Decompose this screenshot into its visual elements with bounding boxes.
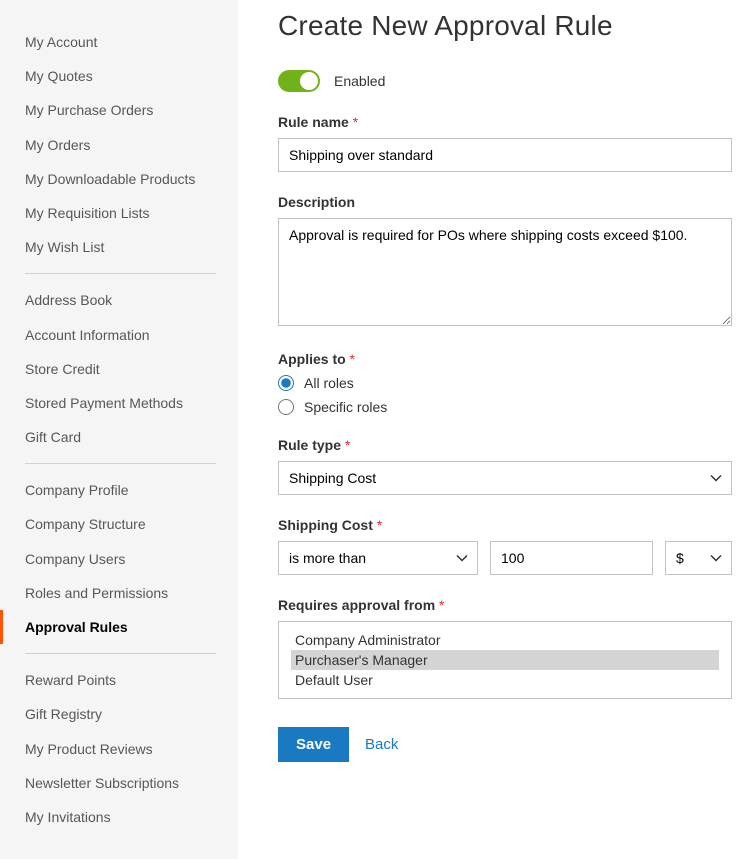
requires-approval-field: Requires approval from Company Administr… <box>278 597 732 699</box>
shipping-cost-row: is more than $ <box>278 541 732 575</box>
shipping-cost-label: Shipping Cost <box>278 517 732 533</box>
description-input[interactable]: Approval is required for POs where shipp… <box>278 218 732 326</box>
description-field: Description Approval is required for POs… <box>278 194 732 329</box>
currency-select[interactable]: $ <box>665 541 732 575</box>
sidebar-item-address-book[interactable]: Address Book <box>0 283 238 317</box>
enabled-toggle-row: Enabled <box>278 70 732 92</box>
applies-to-all-row: All roles <box>278 375 732 391</box>
applies-to-all-label[interactable]: All roles <box>304 375 354 391</box>
sidebar-item-my-wish-list[interactable]: My Wish List <box>0 230 238 264</box>
sidebar-item-account-information[interactable]: Account Information <box>0 318 238 352</box>
approver-option[interactable]: Default User <box>291 670 719 690</box>
sidebar-item-my-account[interactable]: My Account <box>0 25 238 59</box>
applies-to-all-radio[interactable] <box>278 375 294 391</box>
sidebar-item-my-downloadable-products[interactable]: My Downloadable Products <box>0 162 238 196</box>
sidebar-divider <box>25 653 216 654</box>
approver-option[interactable]: Company Administrator <box>291 630 719 650</box>
main-content: Create New Approval Rule Enabled Rule na… <box>238 0 750 859</box>
sidebar-item-my-orders[interactable]: My Orders <box>0 128 238 162</box>
applies-to-label: Applies to <box>278 351 732 367</box>
amount-input[interactable] <box>490 541 653 575</box>
sidebar-item-gift-registry[interactable]: Gift Registry <box>0 697 238 731</box>
sidebar-item-gift-card[interactable]: Gift Card <box>0 420 238 454</box>
sidebar-item-company-profile[interactable]: Company Profile <box>0 473 238 507</box>
sidebar-item-roles-and-permissions[interactable]: Roles and Permissions <box>0 576 238 610</box>
applies-to-specific-row: Specific roles <box>278 399 732 415</box>
save-button[interactable]: Save <box>278 727 349 762</box>
rule-type-label: Rule type <box>278 437 732 453</box>
sidebar-item-my-requisition-lists[interactable]: My Requisition Lists <box>0 196 238 230</box>
page-title: Create New Approval Rule <box>278 10 732 42</box>
sidebar-divider <box>25 463 216 464</box>
currency-select-wrapper: $ <box>665 541 732 575</box>
sidebar-item-my-purchase-orders[interactable]: My Purchase Orders <box>0 93 238 127</box>
sidebar: My AccountMy QuotesMy Purchase OrdersMy … <box>0 0 238 859</box>
form-actions: Save Back <box>278 727 732 762</box>
sidebar-item-company-users[interactable]: Company Users <box>0 542 238 576</box>
back-button[interactable]: Back <box>365 736 398 753</box>
sidebar-item-approval-rules[interactable]: Approval Rules <box>0 610 238 644</box>
sidebar-item-store-credit[interactable]: Store Credit <box>0 352 238 386</box>
rule-name-label: Rule name <box>278 114 732 130</box>
approvers-multiselect[interactable]: Company AdministratorPurchaser's Manager… <box>278 621 732 699</box>
sidebar-item-my-product-reviews[interactable]: My Product Reviews <box>0 732 238 766</box>
shipping-cost-field: Shipping Cost is more than $ <box>278 517 732 575</box>
sidebar-divider <box>25 273 216 274</box>
applies-to-specific-radio[interactable] <box>278 399 294 415</box>
sidebar-item-my-quotes[interactable]: My Quotes <box>0 59 238 93</box>
rule-name-input[interactable] <box>278 138 732 172</box>
sidebar-item-reward-points[interactable]: Reward Points <box>0 663 238 697</box>
approver-option[interactable]: Purchaser's Manager <box>291 650 719 670</box>
description-label: Description <box>278 194 732 210</box>
rule-type-select-wrapper: Shipping Cost <box>278 461 732 495</box>
applies-to-field: Applies to All roles Specific roles <box>278 351 732 415</box>
rule-name-field: Rule name <box>278 114 732 172</box>
rule-type-select[interactable]: Shipping Cost <box>278 461 732 495</box>
rule-type-field: Rule type Shipping Cost <box>278 437 732 495</box>
applies-to-specific-label[interactable]: Specific roles <box>304 399 387 415</box>
sidebar-item-newsletter-subscriptions[interactable]: Newsletter Subscriptions <box>0 766 238 800</box>
enabled-label: Enabled <box>334 73 385 89</box>
operator-select-wrapper: is more than <box>278 541 478 575</box>
requires-approval-label: Requires approval from <box>278 597 732 613</box>
enabled-toggle[interactable] <box>278 70 320 92</box>
sidebar-item-stored-payment-methods[interactable]: Stored Payment Methods <box>0 386 238 420</box>
toggle-knob <box>300 72 318 90</box>
sidebar-item-company-structure[interactable]: Company Structure <box>0 507 238 541</box>
sidebar-item-my-invitations[interactable]: My Invitations <box>0 800 238 834</box>
operator-select[interactable]: is more than <box>278 541 478 575</box>
